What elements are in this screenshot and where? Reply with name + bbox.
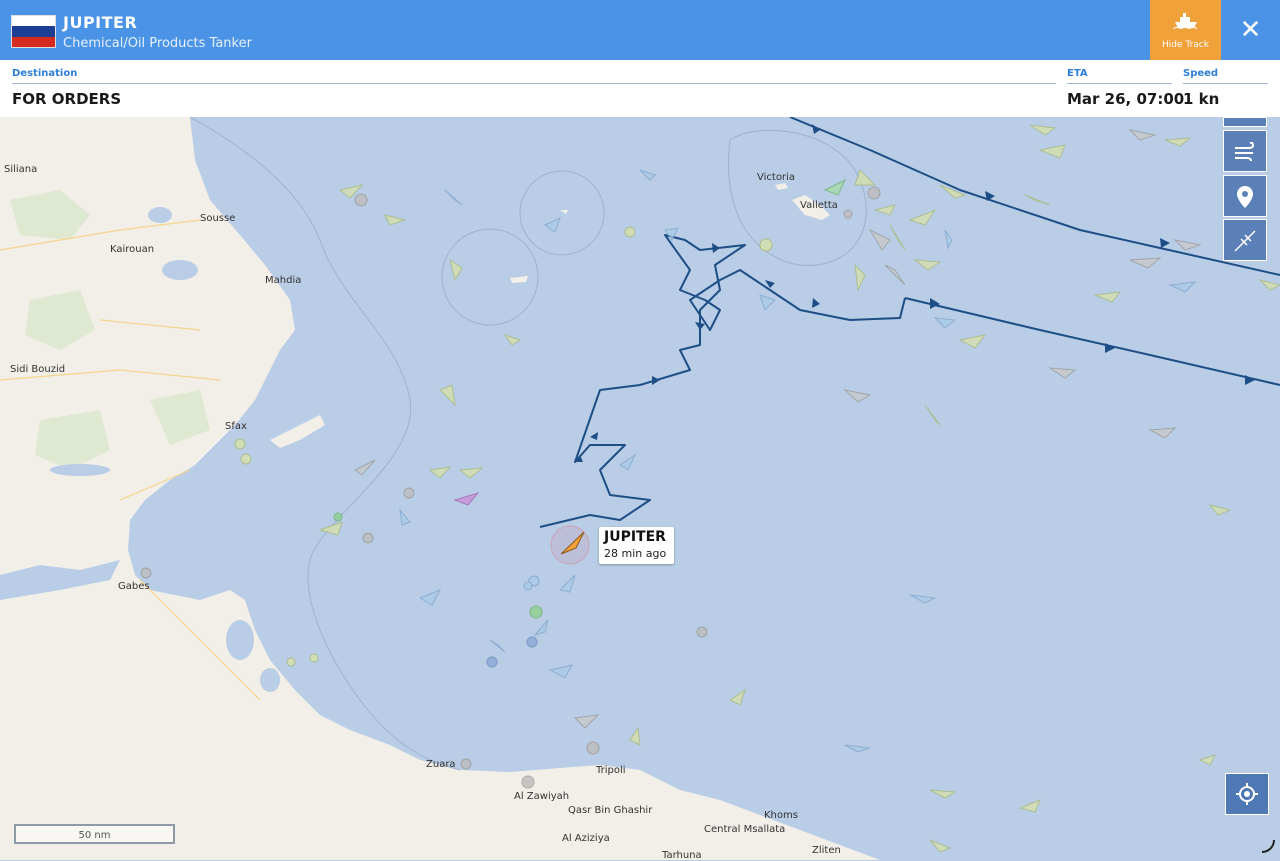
vessel-info-bar: Destination FOR ORDERS ETA Mar 26, 07:00… bbox=[0, 60, 1280, 117]
measure-button[interactable] bbox=[1223, 219, 1267, 261]
place-label: Sidi Bouzid bbox=[10, 364, 66, 375]
place-label: Siliana bbox=[4, 164, 38, 175]
map-canvas[interactable] bbox=[0, 0, 1280, 860]
divider bbox=[1183, 83, 1268, 84]
hide-track-label: Hide Track bbox=[1162, 40, 1209, 50]
place-label: Qasr Bin Ghashir bbox=[568, 805, 653, 816]
place-label: Victoria bbox=[757, 172, 795, 183]
loading-spinner-icon bbox=[1261, 839, 1275, 853]
divider bbox=[1067, 83, 1172, 84]
place-label: Gabes bbox=[118, 581, 150, 592]
vessel-label-age: 28 min ago bbox=[604, 547, 667, 560]
wind-button[interactable] bbox=[1223, 130, 1267, 172]
place-label: Al Zawiyah bbox=[514, 791, 570, 802]
measure-icon bbox=[1234, 230, 1256, 252]
close-icon: ✕ bbox=[1239, 15, 1262, 45]
place-label: Al Aziziya bbox=[562, 833, 610, 844]
close-button[interactable]: ✕ bbox=[1221, 0, 1280, 60]
speed-value: 1 kn bbox=[1183, 90, 1220, 108]
place-label: Mahdia bbox=[265, 275, 302, 286]
place-label: Central Msallata bbox=[704, 824, 786, 835]
place-label: Zuara bbox=[426, 759, 456, 770]
layers-button[interactable] bbox=[1223, 117, 1267, 127]
vessel-label-name: JUPITER bbox=[604, 529, 666, 545]
place-label: Tripoli bbox=[596, 765, 626, 776]
ship-icon bbox=[1173, 13, 1198, 29]
eta-label: ETA bbox=[1067, 68, 1088, 79]
vessel-label[interactable]: JUPITER 28 min ago bbox=[599, 527, 674, 564]
location-pin-icon bbox=[1237, 186, 1253, 208]
scale-bar: 50 nm bbox=[14, 824, 175, 844]
destination-value: FOR ORDERS bbox=[12, 90, 122, 108]
my-location-icon bbox=[1236, 783, 1258, 805]
place-label: Zliten bbox=[812, 845, 841, 856]
place-label: Valletta bbox=[800, 200, 838, 211]
destination-label: Destination bbox=[12, 68, 78, 79]
eta-value: Mar 26, 07:00 bbox=[1067, 90, 1185, 108]
place-label: Tarhuna bbox=[662, 850, 702, 861]
hide-track-button[interactable]: Hide Track bbox=[1150, 0, 1221, 60]
flag-icon bbox=[11, 15, 56, 48]
vessel-type: Chemical/Oil Products Tanker bbox=[63, 36, 252, 51]
place-label: Kairouan bbox=[110, 244, 155, 255]
vessel-header: JUPITER Chemical/Oil Products Tanker Hid… bbox=[0, 0, 1280, 60]
place-label: Khoms bbox=[764, 810, 798, 821]
wind-icon bbox=[1235, 141, 1255, 162]
vessel-name: JUPITER bbox=[63, 13, 138, 32]
speed-label: Speed bbox=[1183, 68, 1219, 79]
divider bbox=[12, 83, 1056, 84]
place-label: Sousse bbox=[200, 213, 236, 224]
location-pin-button[interactable] bbox=[1223, 175, 1267, 217]
place-label: Sfax bbox=[225, 421, 247, 432]
my-location-button[interactable] bbox=[1225, 773, 1269, 815]
